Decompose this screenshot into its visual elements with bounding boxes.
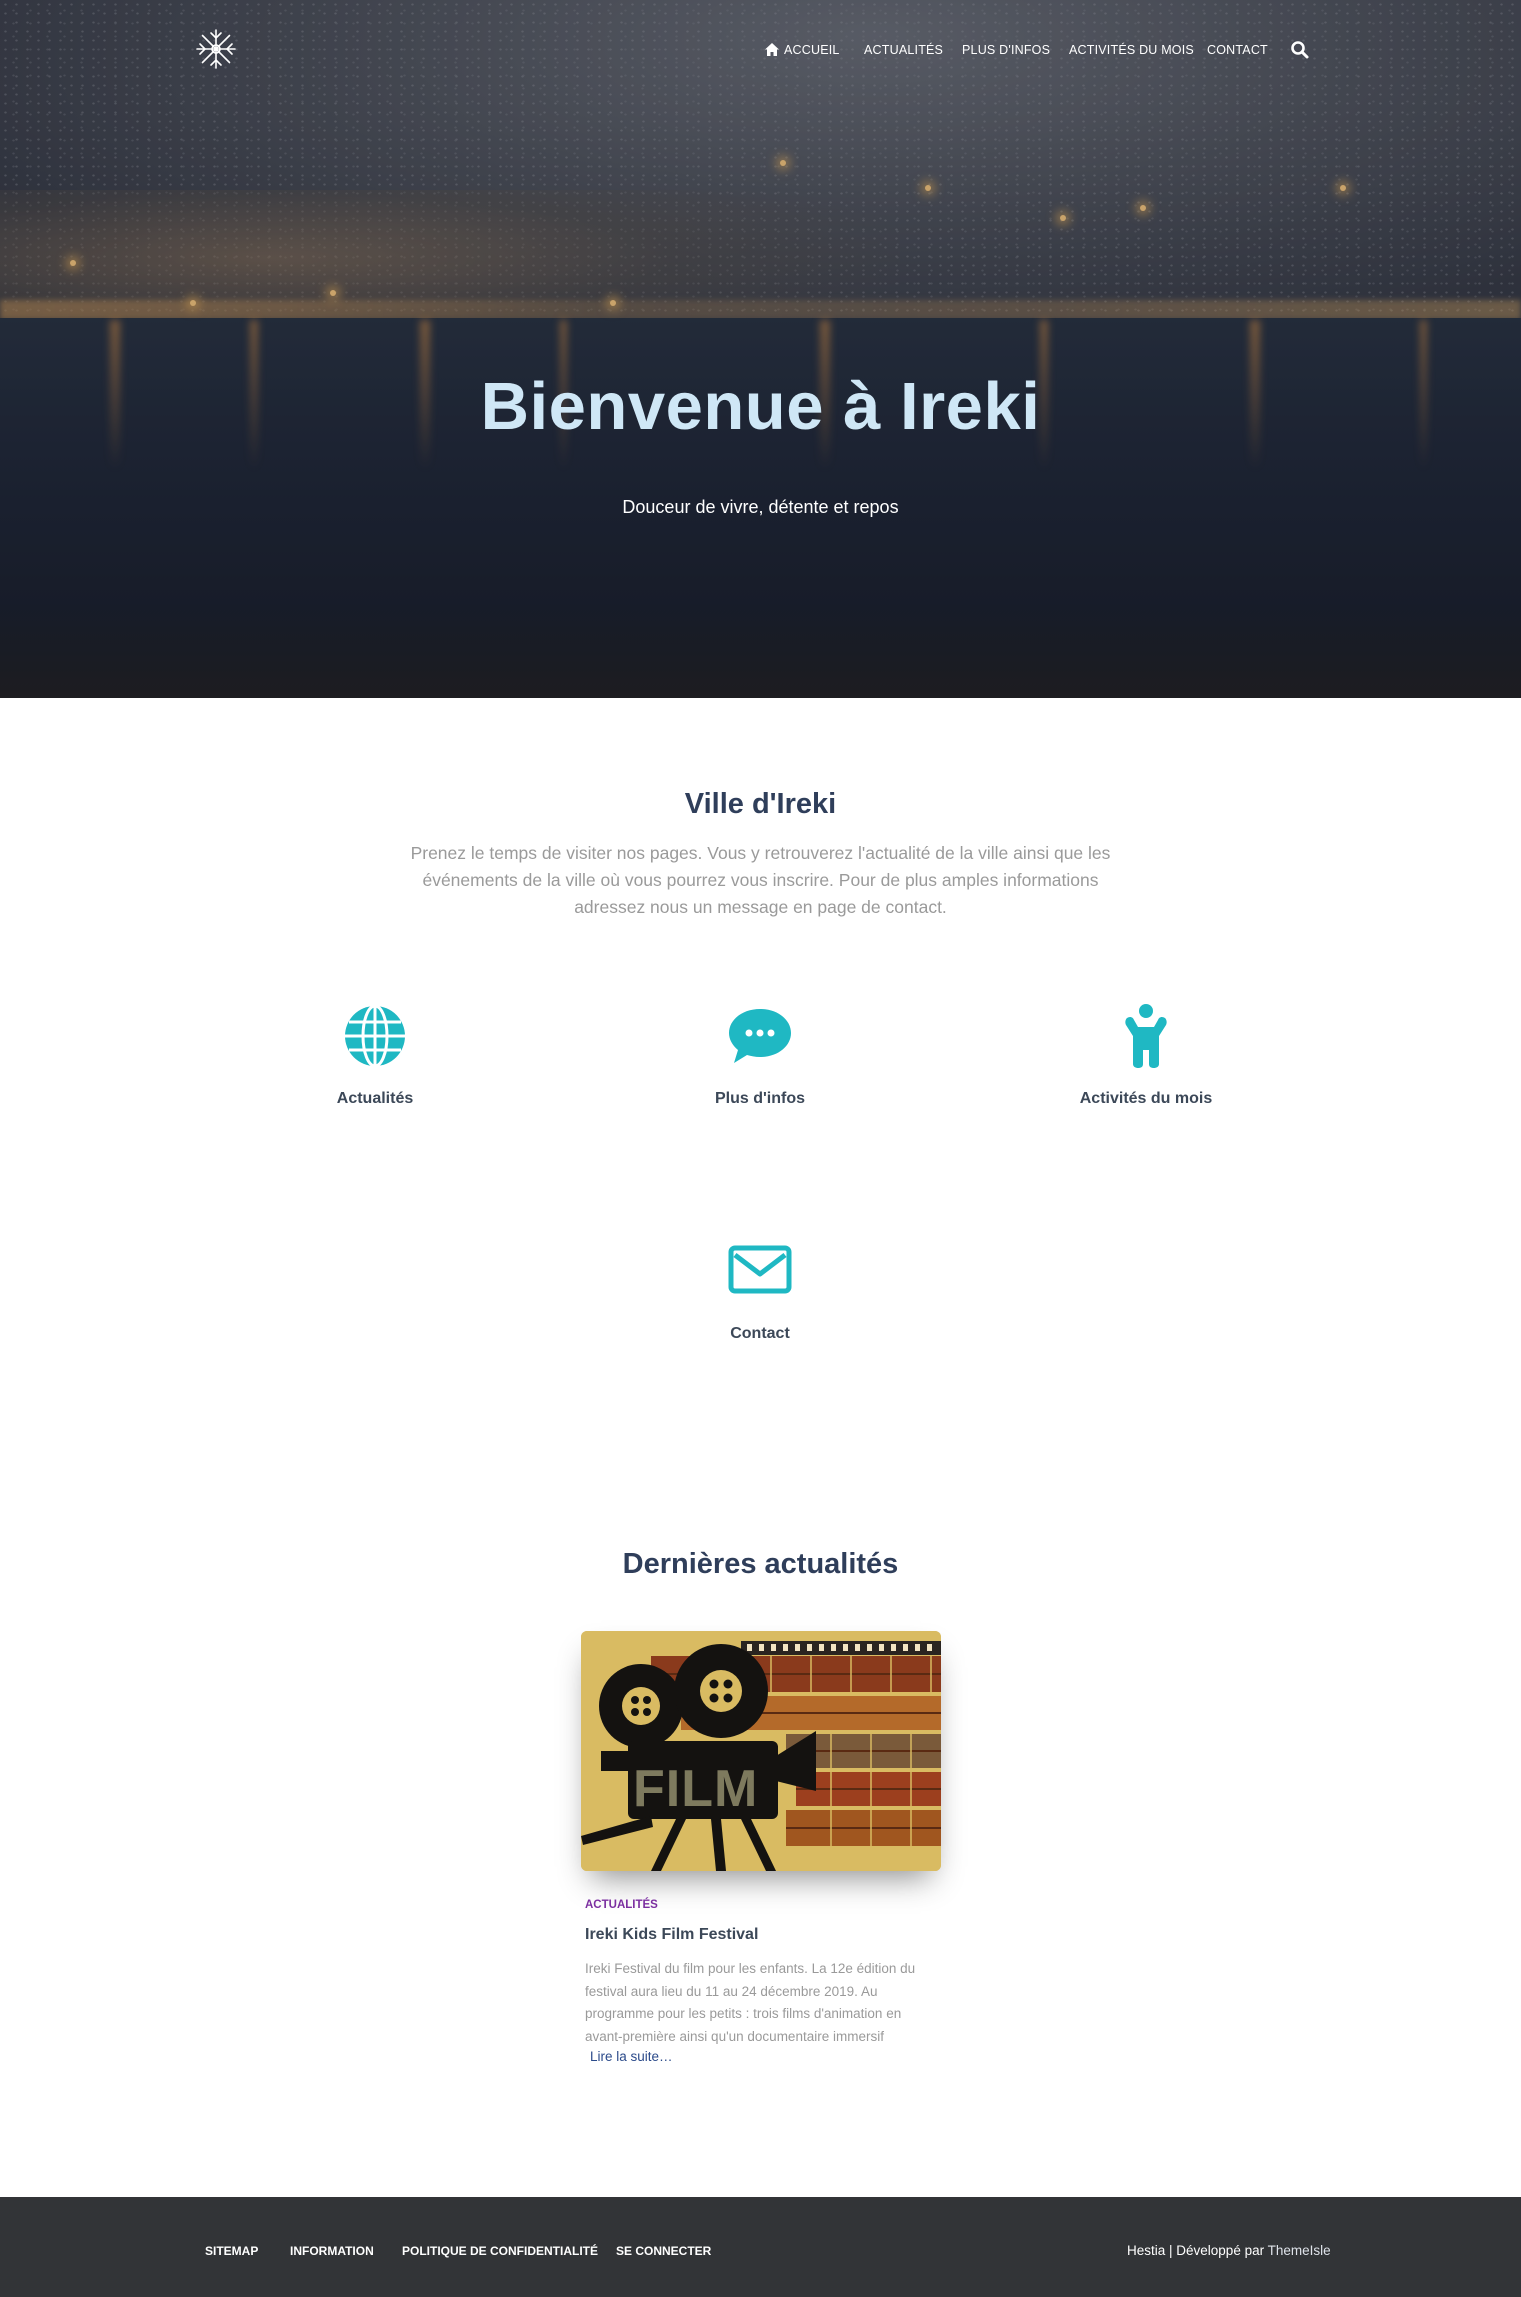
card-image-text: FILM [633,1760,758,1818]
nav-item-plus-infos[interactable]: Plus d'infos [962,38,1050,62]
globe-icon [342,1002,408,1068]
nav-item-label: Actualités [864,43,944,57]
feature-label: Plus d'infos [714,1090,806,1107]
about-section-text: Prenez le temps de visiter nos pages. Vo… [410,843,1111,917]
footer-link-sitemap[interactable]: Sitemap [205,2244,258,2258]
hero-title: Bienvenue à Ireki [480,369,1041,444]
hero-subtitle: Douceur de vivre, détente et repos [622,497,899,517]
search-icon-glyph [1291,41,1309,59]
nav-item-contact[interactable]: Contact [1207,38,1268,62]
feature-label: Contact [730,1325,790,1342]
news-card-category[interactable]: Actualités [585,1899,658,1911]
news-card-excerpt: Ireki Festival du film pour les enfants.… [585,1961,916,2044]
envelope-icon [727,1237,793,1303]
hero-overlay [0,0,1521,698]
nav-item-label: Activités du mois [1069,43,1194,57]
feature-label: Actualités [336,1090,414,1107]
nav-item-activites-du-mois[interactable]: Activités du mois [1069,38,1194,62]
themeisle-link[interactable]: ThemeIsle [1268,2243,1331,2258]
film-camera-illustration: FILM [581,1631,941,1871]
footer-link-privacy[interactable]: Politique de confidentialité [402,2244,598,2258]
news-card-title[interactable]: Ireki Kids Film Festival [585,1926,758,1944]
nav-item-accueil[interactable]: Accueil [764,38,840,62]
copyright-text: Hestia | Développé par [1127,2243,1268,2258]
hero-section [0,0,1521,698]
news-section-title: Dernières actualités [622,1548,899,1580]
child-icon [1113,1002,1179,1068]
feature-activites-du-mois[interactable]: Activités du mois [996,1002,1296,1108]
feature-contact[interactable]: Contact [610,1237,910,1343]
nav-item-label: Plus d'infos [962,43,1051,57]
speech-bubble-icon [727,1002,793,1068]
footer-link-login[interactable]: Se connecter [616,2244,711,2258]
feature-actualites[interactable]: Actualités [225,1002,525,1108]
read-more-link[interactable]: Lire la suite… [590,2049,673,2064]
news-card-image[interactable]: FILM [581,1631,941,1871]
feature-plus-infos[interactable]: Plus d'infos [610,1002,910,1108]
footer-link-information[interactable]: Information [290,2244,374,2258]
nav-item-label: Contact [1207,43,1268,57]
home-icon [765,43,779,56]
feature-label: Activités du mois [1079,1090,1213,1107]
footer-copyright: Hestia | Développé par ThemeIsle [1127,2243,1331,2258]
nav-item-actualites[interactable]: Actualités [864,38,943,62]
nav-item-label: Accueil [784,43,840,57]
about-section-title: Ville d'Ireki [684,788,837,820]
search-icon[interactable] [1290,40,1310,60]
